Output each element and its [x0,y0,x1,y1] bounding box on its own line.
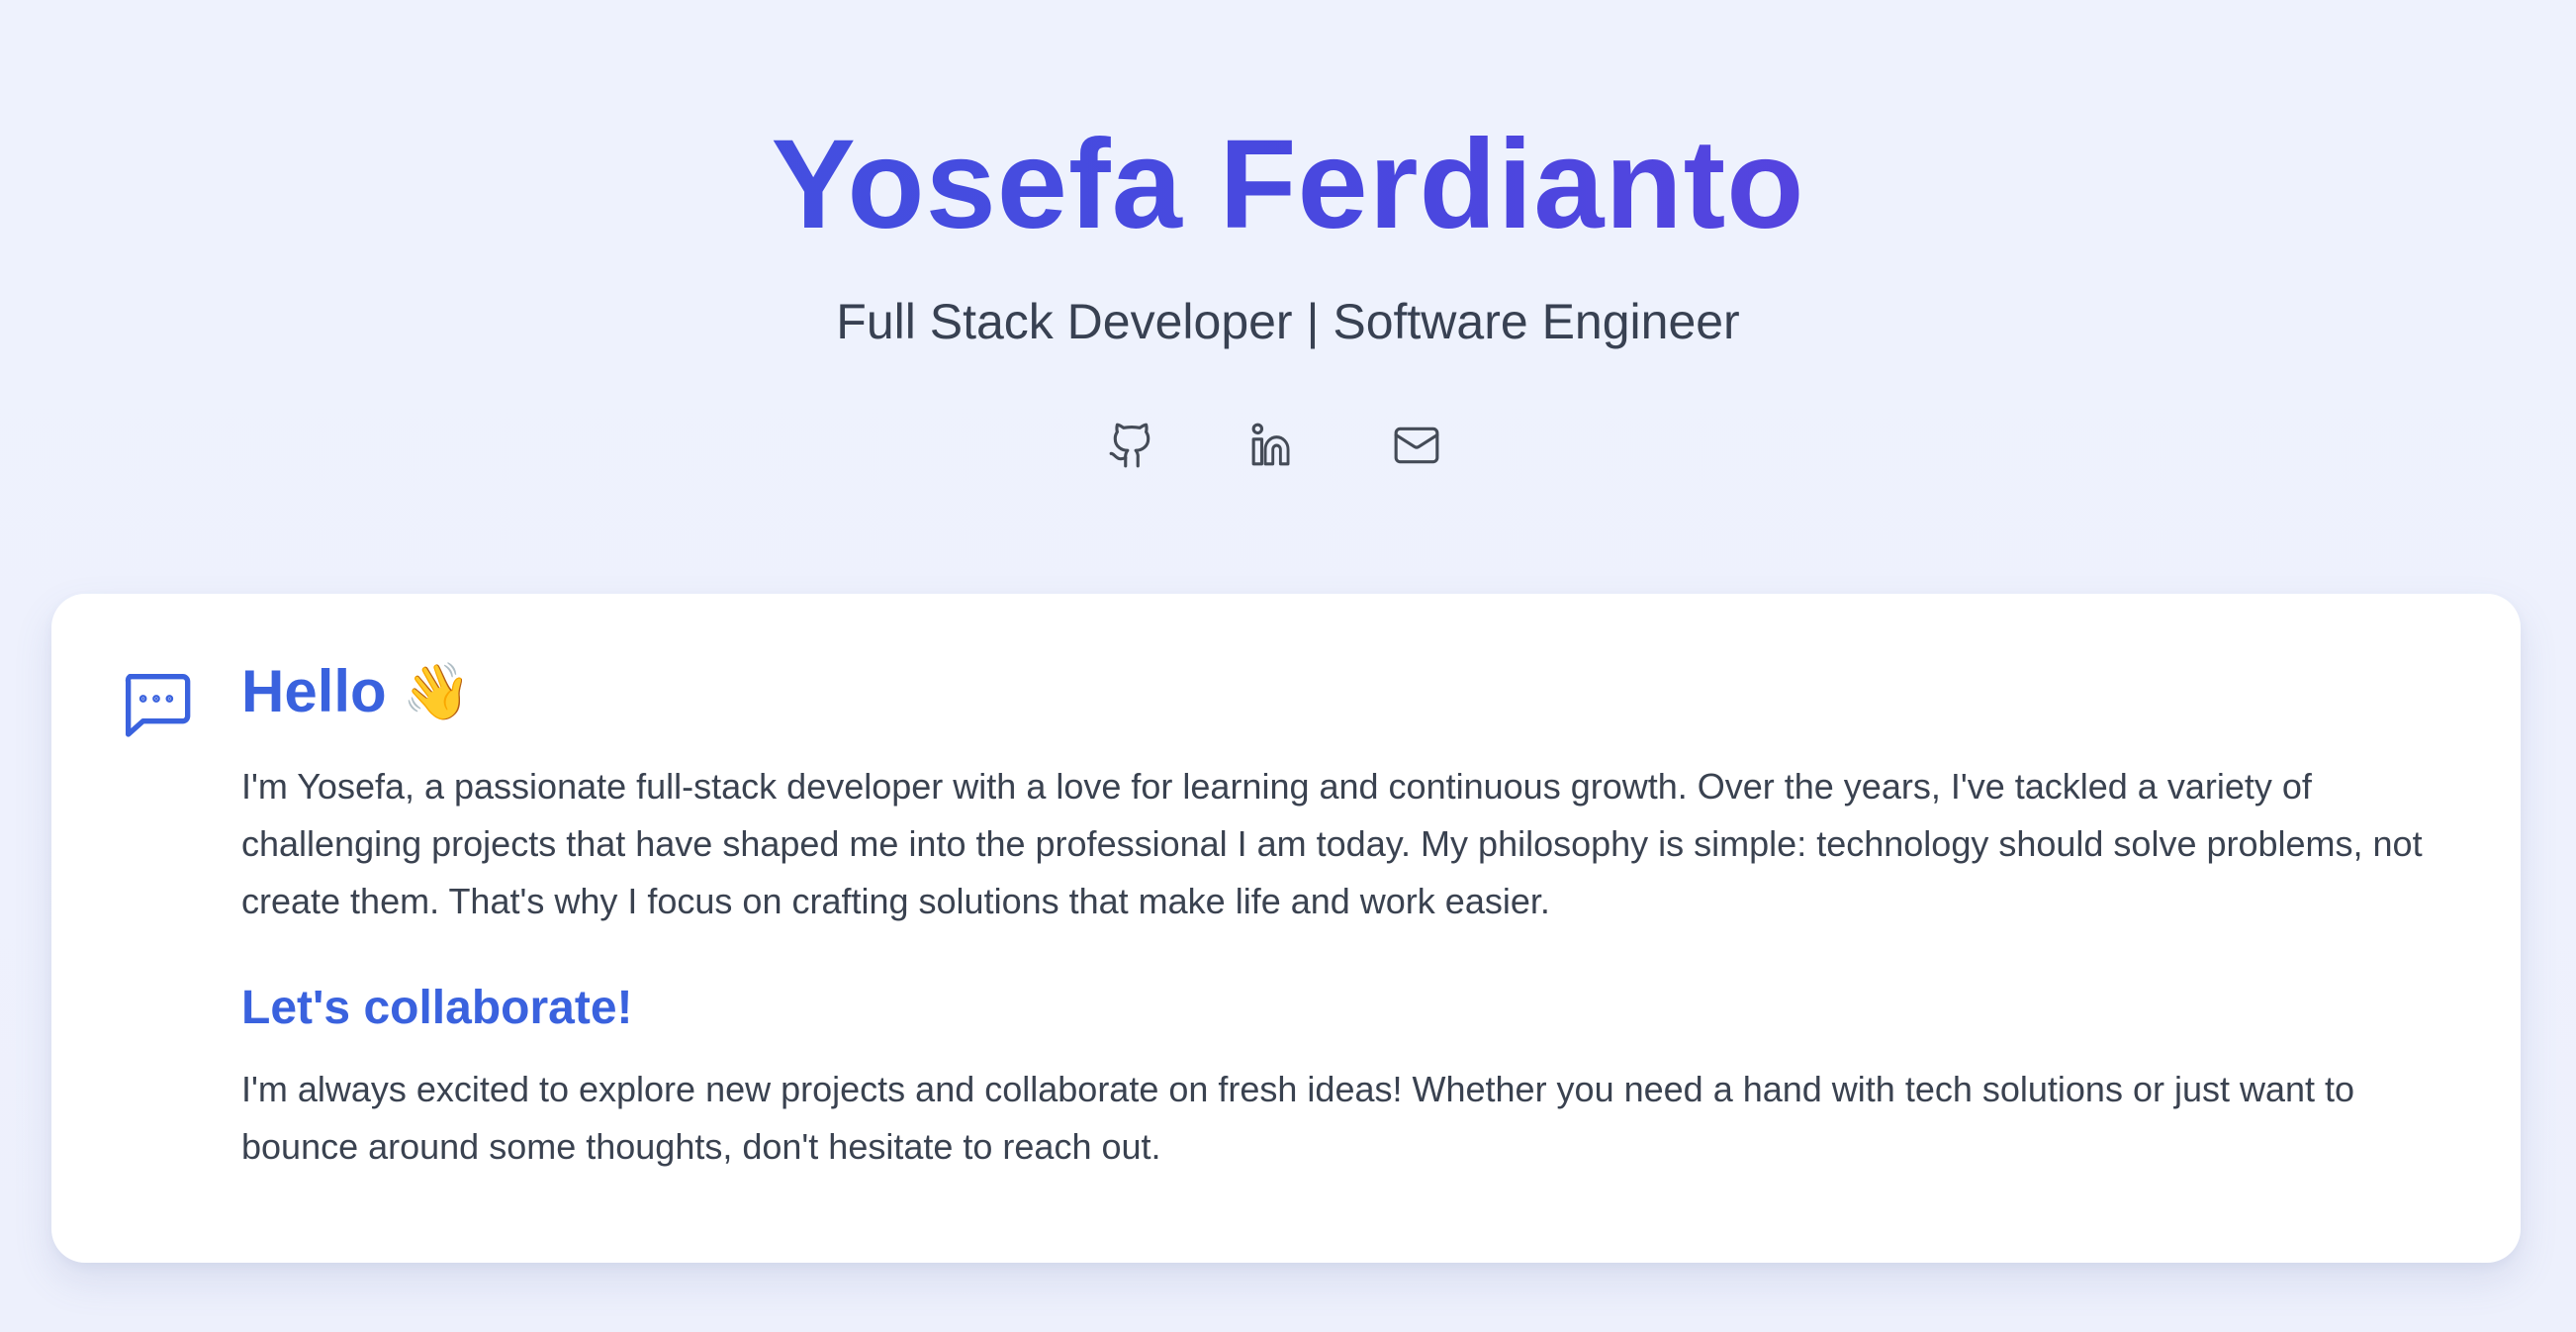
about-outro: I'm always excited to explore new projec… [241,1069,2355,1167]
about-intro: I'm Yosefa, a passionate full-stack deve… [241,766,2423,921]
email-link[interactable] [1392,421,1441,470]
about-heading: Hello 👋 [241,653,2457,730]
tagline: Full Stack Developer | Software Engineer [836,294,1740,349]
mail-icon [1394,427,1439,464]
about-heading-text: Hello [241,658,387,724]
github-link[interactable] [1107,421,1156,470]
github-icon [1109,423,1150,468]
page-title: Yosefa Ferdianto [0,111,2576,259]
chat-bubble-icon [117,665,196,744]
social-links [1107,421,1441,470]
linkedin-icon [1251,423,1290,466]
about-card: Hello 👋 I'm Yosefa, a passionate full-st… [51,594,2521,1263]
about-content: Hello 👋 I'm Yosefa, a passionate full-st… [241,653,2457,1176]
collaborate-heading: Let's collaborate! [241,982,633,1034]
waving-hand-icon: 👋 [402,660,472,722]
linkedin-link[interactable] [1249,421,1299,470]
